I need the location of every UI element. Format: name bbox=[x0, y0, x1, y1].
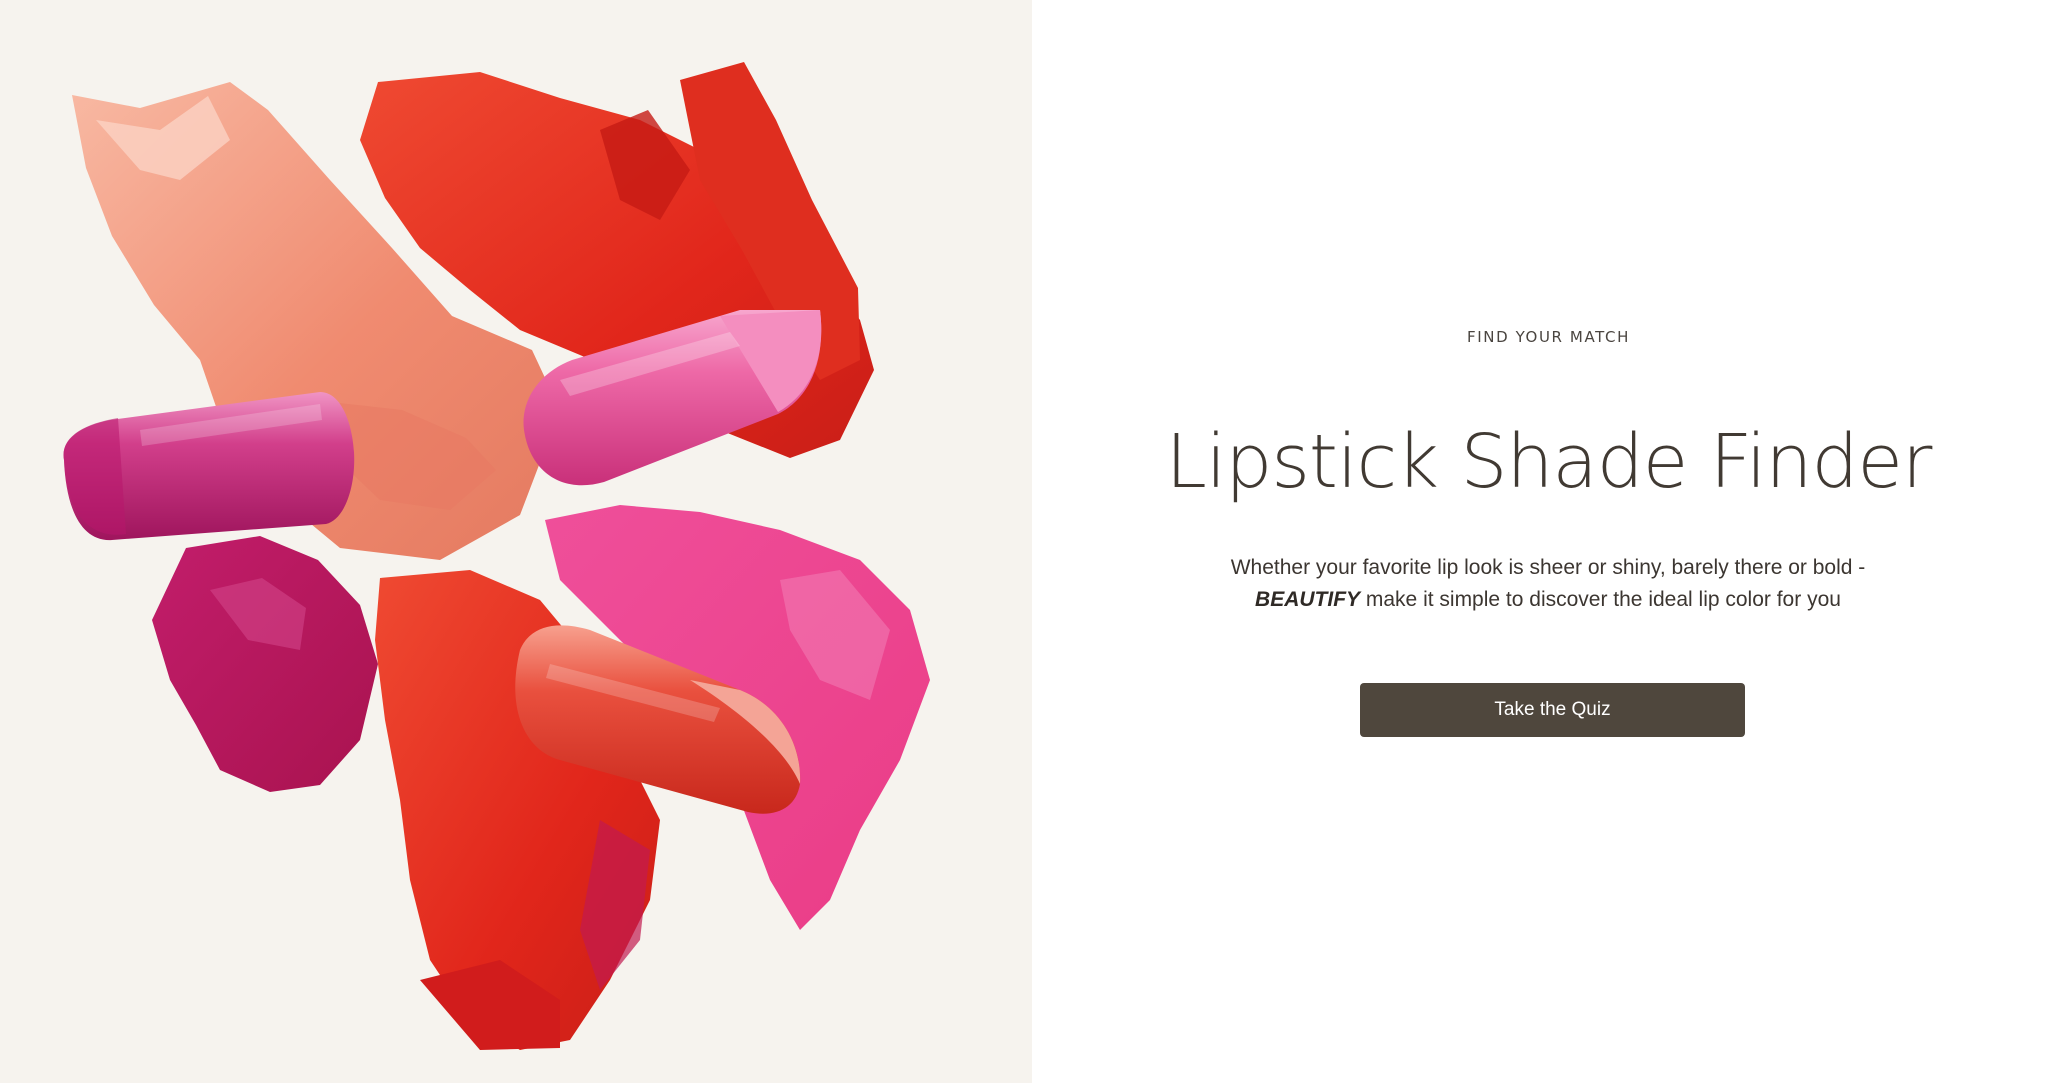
eyebrow-label: FIND YOUR MATCH bbox=[1467, 328, 1630, 346]
brand-name: BEAUTIFY bbox=[1255, 588, 1361, 611]
berry-lipstick-bullet bbox=[63, 392, 355, 541]
page: FIND YOUR MATCH Lipstick Shade Finder Wh… bbox=[0, 0, 2065, 1083]
page-title: Lipstick Shade Finder bbox=[1165, 419, 1933, 505]
intro-description: Whether your favorite lip look is sheer … bbox=[1148, 552, 1948, 616]
take-quiz-button[interactable]: Take the Quiz bbox=[1360, 683, 1745, 737]
lipstick-illustration bbox=[63, 62, 930, 1050]
berry-swatch bbox=[152, 536, 378, 792]
description-line-1: Whether your favorite lip look is sheer … bbox=[1230, 556, 1866, 579]
shade-finder-panel: FIND YOUR MATCH Lipstick Shade Finder Wh… bbox=[1032, 0, 2065, 1083]
lipstick-swatches-image bbox=[0, 0, 1032, 1083]
description-line-2: make it simple to discover the ideal lip… bbox=[1360, 588, 1841, 611]
